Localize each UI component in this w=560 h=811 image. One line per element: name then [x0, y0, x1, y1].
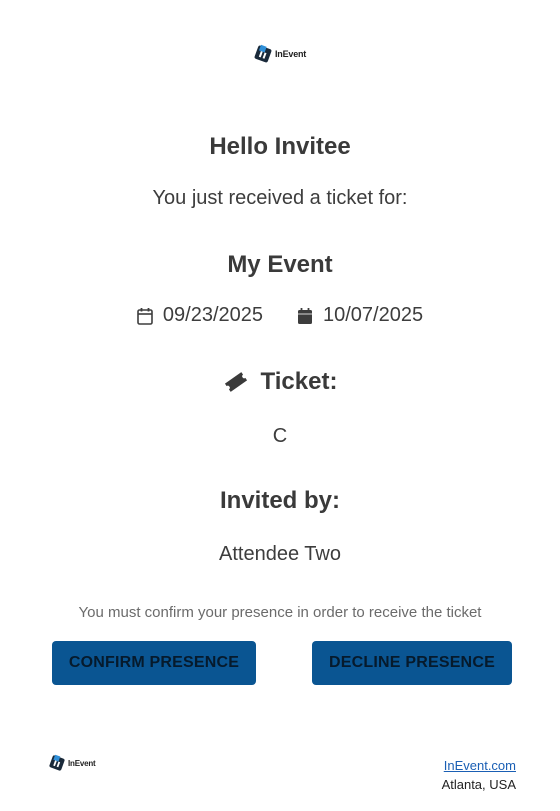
confirm-presence-button[interactable]: CONFIRM PRESENCE: [52, 641, 256, 685]
footer-location: Atlanta, USA: [441, 777, 516, 792]
greeting-heading: Hello Invitee: [209, 133, 351, 160]
inevent-logo-icon: [48, 754, 66, 772]
event-dates: 09/23/2025 10/07/2025: [0, 304, 560, 327]
ticket-heading-row: Ticket:: [0, 368, 560, 396]
calendar-filled-icon: [298, 307, 312, 324]
ticket-icon: [224, 372, 247, 392]
decline-presence-button[interactable]: DECLINE PRESENCE: [312, 641, 512, 685]
logo-text: InEvent: [275, 49, 307, 59]
inviter-name: Attendee Two: [219, 543, 341, 565]
event-name: My Event: [227, 251, 333, 278]
calendar-outline-icon: [137, 307, 153, 325]
start-date: 09/23/2025: [137, 304, 263, 327]
intro-text: You just received a ticket for:: [152, 187, 408, 209]
end-date-text: 10/07/2025: [323, 304, 424, 326]
invited-by-heading: Invited by:: [219, 487, 340, 514]
start-date-text: 09/23/2025: [162, 304, 263, 326]
footer-logo-text: InEvent: [68, 758, 96, 768]
ticket-heading: Ticket:: [260, 368, 338, 395]
inevent-logo-icon: [253, 44, 273, 64]
end-date: 10/07/2025: [297, 304, 423, 327]
header-logo: InEvent: [253, 44, 306, 64]
footer-logo: InEvent: [48, 754, 96, 772]
footer-website-link[interactable]: InEvent.com: [444, 758, 516, 773]
confirm-note: You must confirm your presence in order …: [78, 604, 482, 621]
ticket-value: C: [272, 425, 288, 447]
